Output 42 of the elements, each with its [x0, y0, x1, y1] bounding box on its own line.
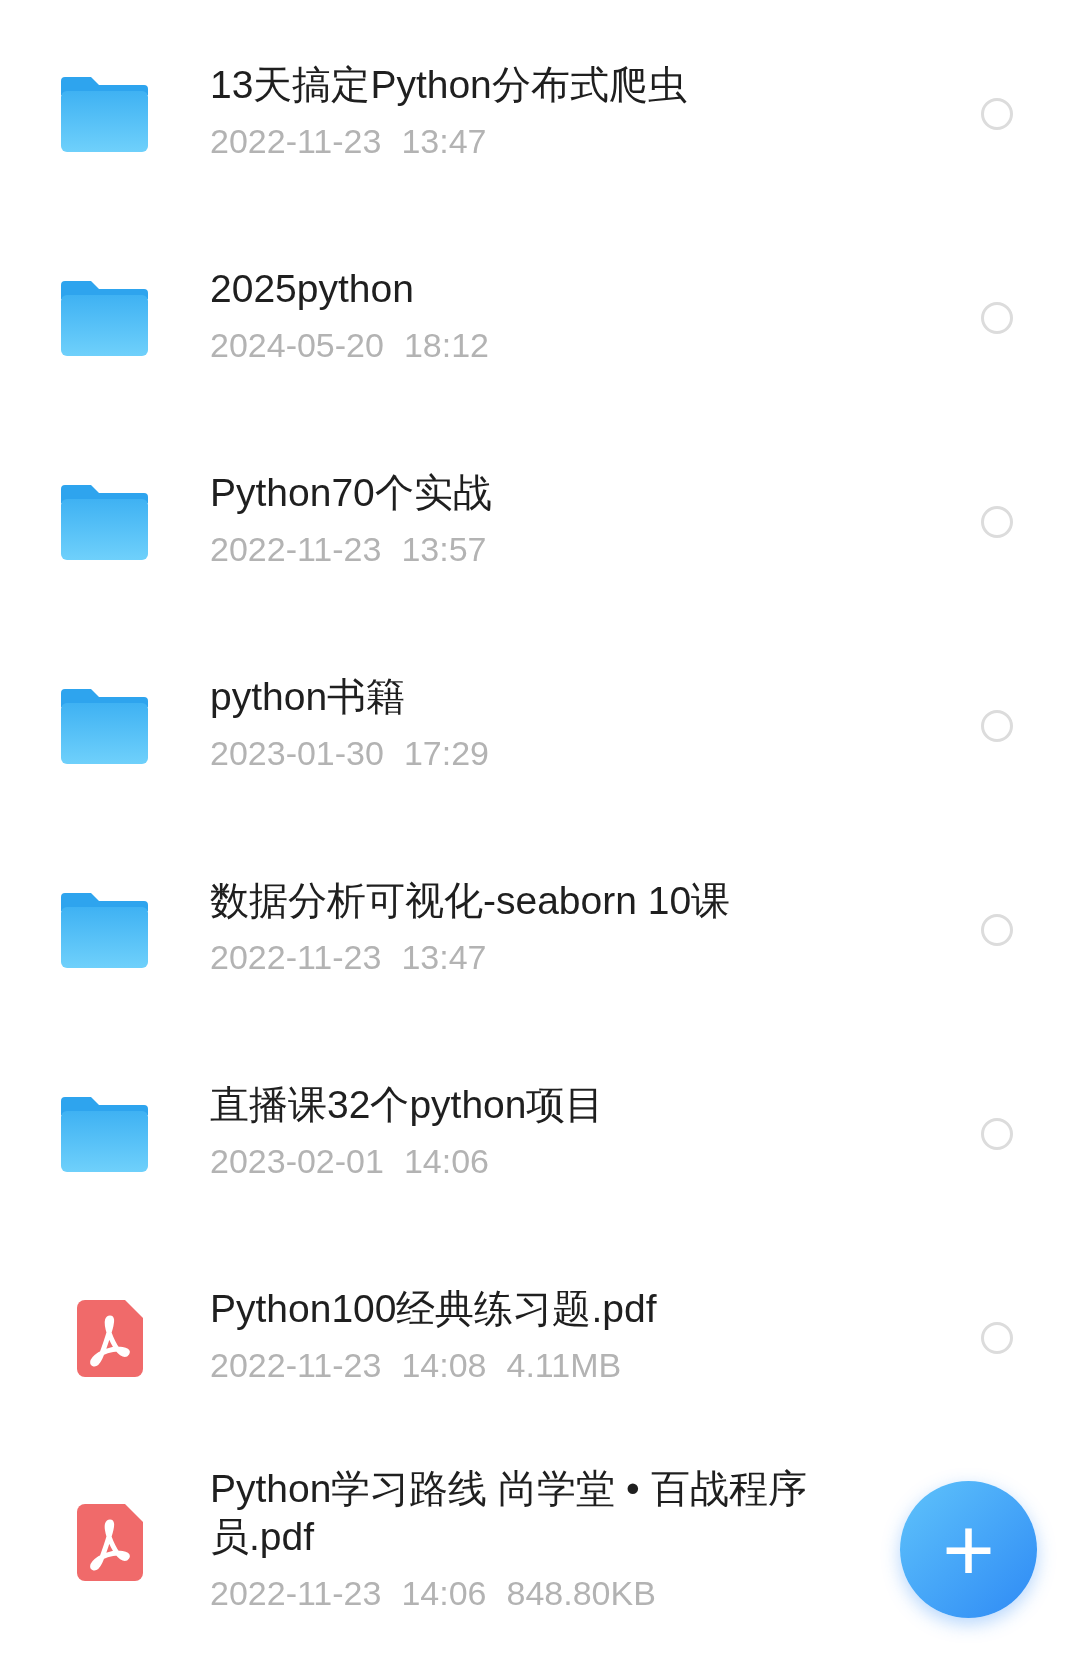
file-name: Python70个实战	[210, 469, 493, 516]
file-time: 13:57	[401, 529, 487, 571]
add-button[interactable]: +	[900, 1481, 1037, 1618]
select-radio[interactable]	[981, 98, 1013, 130]
pdf-icon	[76, 1299, 143, 1377]
select-radio[interactable]	[981, 506, 1013, 538]
file-name: Python100经典练习题.pdf	[210, 1285, 658, 1332]
file-time: 18:12	[403, 325, 489, 367]
folder-icon	[61, 484, 148, 560]
file-name: 13天搞定Python分布式爬虫	[210, 61, 688, 108]
select-radio[interactable]	[981, 1322, 1013, 1354]
folder-icon	[61, 892, 148, 968]
file-time: 13:47	[401, 121, 487, 163]
folder-icon	[61, 280, 148, 356]
file-name: 数据分析可视化-seaborn 10课	[210, 877, 732, 924]
file-name: Python学习路线 尚学堂 • 百战程序员.pdf	[210, 1465, 808, 1560]
file-name: 2025python	[210, 265, 415, 312]
select-radio[interactable]	[981, 914, 1013, 946]
pdf-icon	[76, 1503, 143, 1581]
file-time: 13:47	[401, 937, 487, 979]
file-size: 848.80KB	[506, 1573, 656, 1615]
file-name: 直播课32个python项目	[210, 1081, 606, 1128]
file-time: 14:08	[401, 1345, 487, 1387]
select-radio[interactable]	[981, 302, 1013, 334]
file-name: python书籍	[210, 673, 407, 720]
file-time: 14:06	[401, 1573, 487, 1615]
file-date: 2022-11-23	[210, 529, 382, 571]
folder-icon	[61, 688, 148, 764]
file-date: 2024-05-20	[210, 325, 384, 367]
select-radio[interactable]	[981, 710, 1013, 742]
select-radio[interactable]	[981, 1118, 1013, 1150]
file-time: 14:06	[403, 1141, 489, 1183]
file-date: 2023-01-30	[210, 733, 384, 775]
file-time: 17:29	[403, 733, 489, 775]
folder-icon	[61, 1096, 148, 1172]
file-date: 2022-11-23	[210, 1573, 382, 1615]
folder-icon	[61, 76, 148, 152]
file-date: 2022-11-23	[210, 937, 382, 979]
file-size: 4.11MB	[506, 1345, 622, 1387]
file-date: 2023-02-01	[210, 1141, 384, 1183]
file-date: 2022-11-23	[210, 1345, 382, 1387]
file-date: 2022-11-23	[210, 121, 382, 163]
